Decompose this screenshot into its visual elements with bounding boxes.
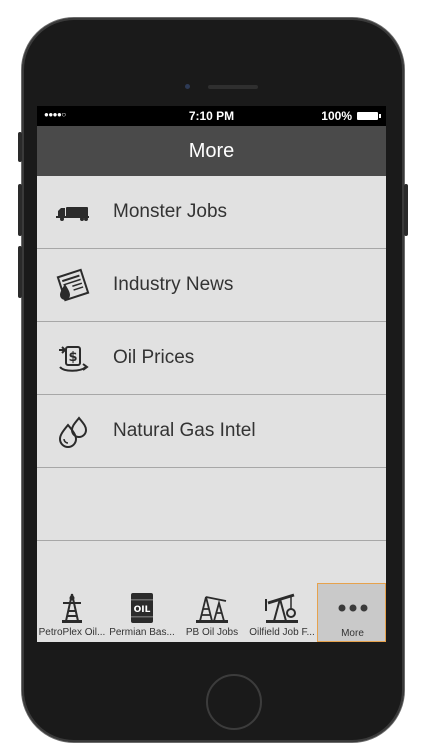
power-button bbox=[404, 184, 408, 236]
menu-item-oil-prices[interactable]: $ Oil Prices bbox=[37, 322, 386, 395]
front-camera bbox=[185, 84, 190, 89]
volume-up-button bbox=[18, 184, 22, 236]
tab-petroplex-oil[interactable]: PetroPlex Oil... bbox=[37, 583, 107, 642]
battery-icon bbox=[357, 112, 381, 120]
tab-permian-basin[interactable]: OIL Permian Bas... bbox=[107, 583, 177, 642]
menu-item-label: Industry News bbox=[113, 274, 234, 295]
menu-item-natural-gas-intel[interactable]: Natural Gas Intel bbox=[37, 395, 386, 468]
pumpjack-icon bbox=[265, 593, 298, 623]
oil-derrick-icon bbox=[62, 593, 82, 623]
tab-label: More bbox=[341, 628, 364, 639]
menu-item-label: Monster Jobs bbox=[113, 201, 228, 222]
tab-label: Permian Bas... bbox=[109, 627, 175, 638]
navigation-bar: More bbox=[37, 126, 386, 176]
more-dots-icon bbox=[338, 604, 368, 612]
tab-label: Oilfield Job F... bbox=[249, 627, 315, 638]
svg-text:OIL: OIL bbox=[134, 605, 151, 615]
mute-switch bbox=[18, 132, 22, 162]
oil-rig-icon bbox=[196, 596, 228, 623]
page-title: More bbox=[188, 140, 235, 162]
earpiece-speaker bbox=[208, 85, 258, 89]
tab-pb-oil-jobs[interactable]: PB Oil Jobs bbox=[177, 583, 247, 642]
tab-label: PB Oil Jobs bbox=[185, 627, 239, 638]
menu-item-monster-jobs[interactable]: Monster Jobs bbox=[37, 176, 386, 249]
menu-item-industry-news[interactable]: Industry News bbox=[37, 249, 386, 322]
battery-percent: 100% bbox=[321, 109, 352, 123]
menu-item-label: Natural Gas Intel bbox=[113, 420, 256, 441]
tab-oilfield-job-f[interactable]: Oilfield Job F... bbox=[247, 583, 317, 642]
tab-more[interactable]: More bbox=[317, 583, 386, 642]
volume-down-button bbox=[18, 246, 22, 298]
oil-barrel-icon: OIL bbox=[131, 593, 153, 623]
money-exchange-icon: $ bbox=[59, 346, 89, 372]
status-bar: ●●●●○ 7:10 PM 100% bbox=[37, 106, 386, 126]
home-button[interactable] bbox=[206, 674, 262, 730]
truck-icon bbox=[56, 207, 89, 221]
more-menu-list: Monster Jobs Industry News $ Oil Prices … bbox=[37, 176, 386, 541]
tab-bar: PetroPlex Oil... OIL Permian Bas... PB O… bbox=[37, 583, 386, 642]
drops-icon bbox=[58, 416, 88, 448]
svg-text:$: $ bbox=[68, 350, 77, 365]
menu-item-label: Oil Prices bbox=[113, 347, 195, 368]
newspaper-oil-icon bbox=[56, 268, 90, 302]
empty-row bbox=[37, 468, 386, 541]
app-screen: ●●●●○ 7:10 PM 100% More Monster Jobs Ind… bbox=[37, 106, 386, 642]
tab-label: PetroPlex Oil... bbox=[38, 627, 106, 638]
